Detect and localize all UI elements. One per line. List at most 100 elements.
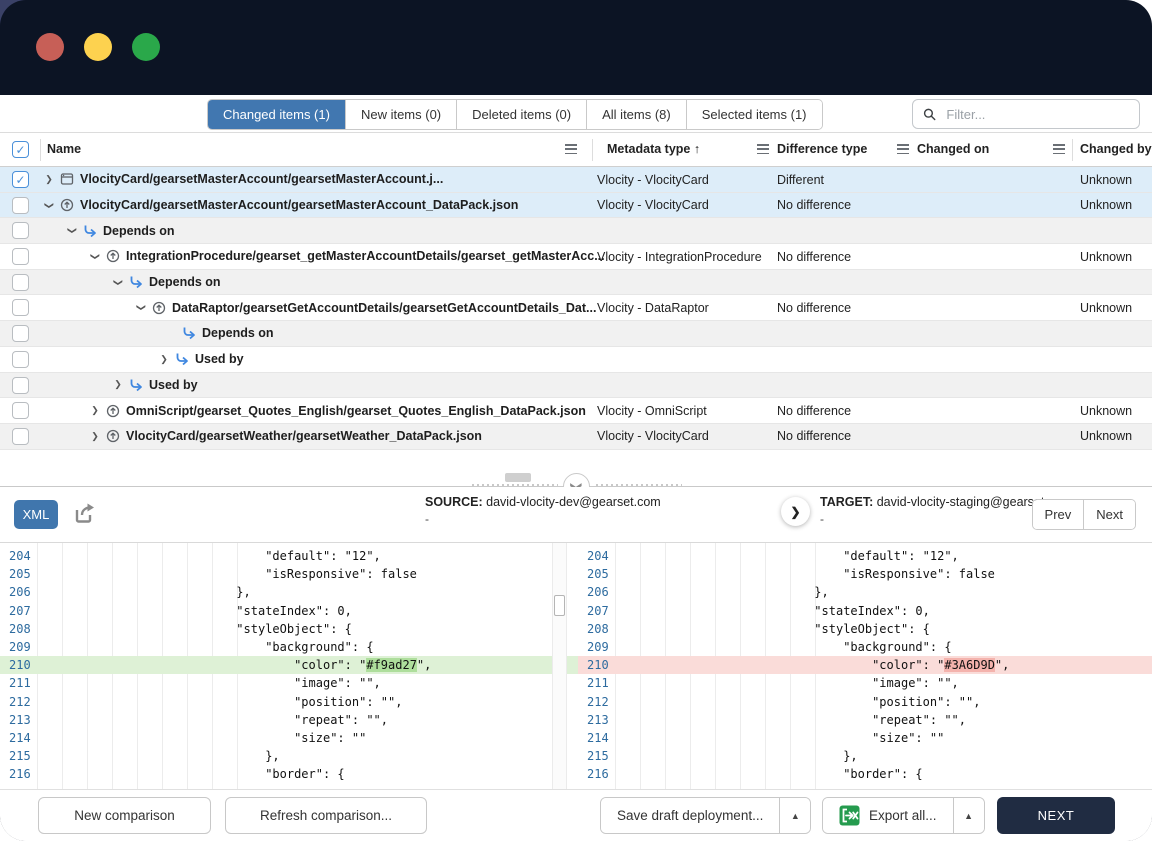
row-checkbox[interactable] [12, 428, 29, 445]
code-line: 211 "image": "", [0, 674, 578, 692]
diff-toolbar: XML SOURCE: david-vlocity-dev@gearset.co… [0, 487, 1152, 543]
line-number: 211 [0, 676, 34, 690]
code-line: 204 "default": "12", [578, 547, 1152, 565]
table-row[interactable]: ❯Depends on [0, 218, 1152, 244]
metadata-type: Vlocity - VlocityCard [597, 173, 709, 187]
dependency-arrow-icon [175, 352, 189, 366]
tab-new-items-0[interactable]: New items (0) [346, 100, 457, 129]
column-menu-icon[interactable] [757, 144, 769, 154]
save-draft-menu-button[interactable]: ▲ [779, 798, 810, 833]
share-button[interactable] [70, 500, 100, 529]
code-line: 215 }, [578, 747, 1152, 765]
line-number: 215 [578, 749, 612, 763]
target-label: TARGET: [820, 495, 873, 509]
line-number: 204 [578, 549, 612, 563]
next-step-button[interactable]: NEXT [997, 797, 1115, 834]
export-all-button[interactable]: Export all... [823, 798, 953, 833]
tab-selected-items-1[interactable]: Selected items (1) [687, 100, 822, 129]
metadata-type: Vlocity - IntegrationProcedure [597, 250, 762, 264]
horizontal-scrollbar-thumb[interactable] [505, 473, 531, 482]
tab-deleted-items-0[interactable]: Deleted items (0) [457, 100, 587, 129]
row-checkbox[interactable] [12, 351, 29, 368]
column-menu-icon[interactable] [897, 144, 909, 154]
code-line: 209 "background": { [0, 638, 578, 656]
line-number: 210 [0, 658, 34, 672]
table-row[interactable]: ❯Used by [0, 347, 1152, 373]
expand-chevron-icon[interactable]: ❯ [90, 431, 100, 442]
select-all-checkbox[interactable]: ✓ [12, 141, 29, 158]
collapse-chevron-icon[interactable]: ❯ [113, 277, 124, 287]
column-changed-by[interactable]: Changed by [1080, 142, 1152, 156]
line-number: 216 [578, 767, 612, 781]
collapse-chevron-icon[interactable]: ❯ [90, 251, 101, 261]
table-row[interactable]: Depends on [0, 321, 1152, 347]
row-checkbox[interactable] [12, 402, 29, 419]
line-number: 209 [0, 640, 34, 654]
filter-input[interactable] [944, 106, 1129, 123]
filter-box[interactable] [912, 99, 1140, 129]
line-number: 206 [578, 585, 612, 599]
line-number: 206 [0, 585, 34, 599]
column-name[interactable]: Name [47, 142, 81, 156]
line-number: 205 [0, 567, 34, 581]
save-draft-deployment-button[interactable]: Save draft deployment... [601, 798, 779, 833]
code-line: 215 }, [0, 747, 578, 765]
prev-difference-button[interactable]: Prev [1033, 500, 1085, 529]
code-line: 207 "stateIndex": 0, [578, 602, 1152, 620]
collapse-chevron-icon[interactable]: ❯ [136, 303, 147, 313]
table-row[interactable]: ❯IntegrationProcedure/gearset_getMasterA… [0, 244, 1152, 270]
save-draft-split-button: Save draft deployment... ▲ [600, 797, 811, 834]
collapse-chevron-icon[interactable]: ❯ [44, 200, 55, 210]
row-checkbox[interactable]: ✓ [12, 171, 29, 188]
line-number: 209 [578, 640, 612, 654]
column-menu-icon[interactable] [1053, 144, 1065, 154]
table-row[interactable]: ❯ VlocityCard/gearsetWeather/gearsetWeath… [0, 424, 1152, 450]
export-menu-button[interactable]: ▲ [953, 798, 984, 833]
table-row[interactable]: ❯Used by [0, 373, 1152, 399]
zoom-button[interactable] [132, 33, 160, 61]
line-number: 214 [578, 731, 612, 745]
line-number: 211 [578, 676, 612, 690]
column-difference-type[interactable]: Difference type [777, 142, 867, 156]
column-changed-on[interactable]: Changed on [917, 142, 989, 156]
code-line: 214 "size": "" [578, 729, 1152, 747]
table-row[interactable]: ❯DataRaptor/gearsetGetAccountDetails/gea… [0, 295, 1152, 321]
tab-all-items-8[interactable]: All items (8) [587, 100, 687, 129]
item-name: Depends on [202, 326, 274, 340]
table-header: ✓ Name Metadata type ↑ Difference type C… [0, 133, 1152, 167]
metadata-type: Vlocity - OmniScript [597, 404, 707, 418]
row-checkbox[interactable] [12, 197, 29, 214]
table-row[interactable]: ❯Depends on [0, 270, 1152, 296]
close-button[interactable] [36, 33, 64, 61]
table-row[interactable]: ✓❯VlocityCard/gearsetMasterAccount/gears… [0, 167, 1152, 193]
target-code-pane: 204 "default": "12",205 "isResponsive": … [578, 543, 1152, 789]
expand-chevron-icon[interactable]: ❯ [113, 379, 123, 390]
row-checkbox[interactable] [12, 274, 29, 291]
vertical-scrollbar-thumb[interactable] [554, 595, 565, 616]
row-checkbox[interactable] [12, 377, 29, 394]
column-metadata-type[interactable]: Metadata type ↑ [607, 142, 700, 156]
expand-chevron-icon[interactable]: ❯ [90, 405, 100, 416]
next-difference-button[interactable]: Next [1084, 500, 1135, 529]
column-menu-icon[interactable] [565, 144, 577, 154]
row-checkbox[interactable] [12, 325, 29, 342]
tab-changed-items-1[interactable]: Changed items (1) [208, 100, 346, 129]
row-checkbox[interactable] [12, 299, 29, 316]
row-checkbox[interactable] [12, 248, 29, 265]
minimize-button[interactable] [84, 33, 112, 61]
item-name: OmniScript/gearset_Quotes_English/gearse… [126, 404, 586, 418]
expand-chevron-icon[interactable]: ❯ [159, 354, 169, 365]
refresh-comparison-button[interactable]: Refresh comparison... [225, 797, 427, 834]
code-line: 208 "styleObject": { [578, 620, 1152, 638]
new-comparison-button[interactable]: New comparison [38, 797, 211, 834]
footer-toolbar: New comparison Refresh comparison... Sav… [0, 790, 1152, 841]
changed-by: Unknown [1080, 301, 1132, 315]
table-row[interactable]: ❯ OmniScript/gearset_Quotes_English/gears… [0, 398, 1152, 424]
item-name: VlocityCard/gearsetWeather/gearsetWeathe… [126, 429, 482, 443]
expand-chevron-icon[interactable]: ❯ [44, 174, 54, 185]
code-line: 216 "border": { [0, 765, 578, 783]
xml-format-button[interactable]: XML [14, 500, 58, 529]
row-checkbox[interactable] [12, 222, 29, 239]
table-row[interactable]: ❯VlocityCard/gearsetMasterAccount/gearse… [0, 193, 1152, 219]
collapse-chevron-icon[interactable]: ❯ [67, 226, 78, 236]
